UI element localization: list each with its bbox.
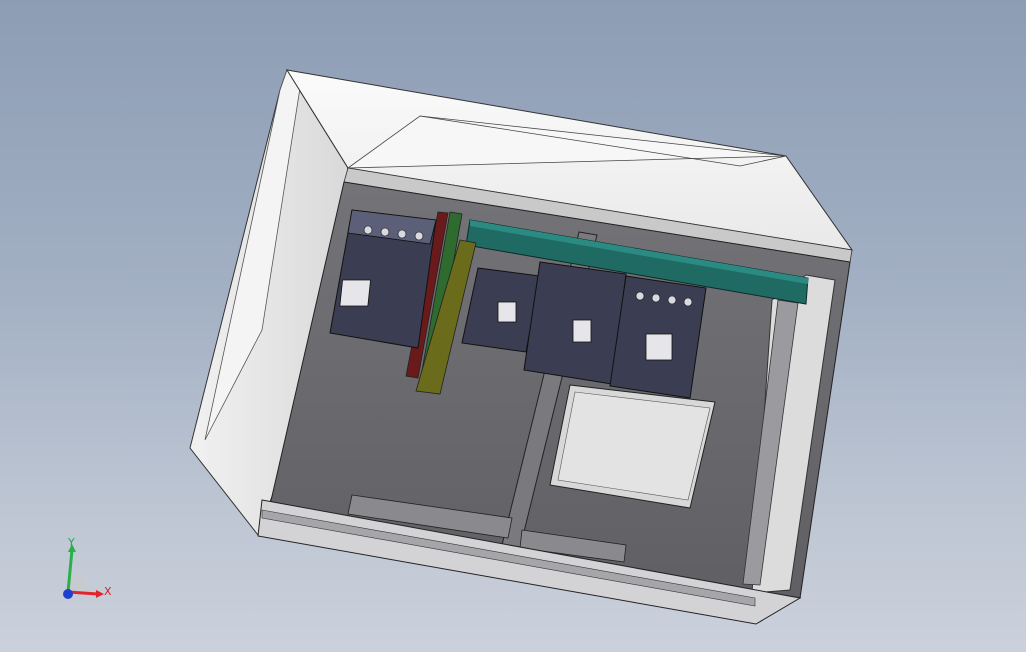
x-axis-label: X xyxy=(104,585,112,598)
coordinate-triad: Y X xyxy=(52,532,122,612)
y-axis-label: Y xyxy=(67,536,75,549)
triad-graphic: Y X xyxy=(63,536,112,599)
z-axis-marker xyxy=(63,589,73,599)
lower-cutout xyxy=(549,384,716,509)
breaker-center-right xyxy=(523,261,627,385)
breaker-main-right xyxy=(609,275,707,399)
enclosure-model[interactable] xyxy=(0,0,1026,652)
x-axis-arrowhead xyxy=(96,590,104,598)
graphics-viewport[interactable]: Y X xyxy=(0,0,1026,652)
